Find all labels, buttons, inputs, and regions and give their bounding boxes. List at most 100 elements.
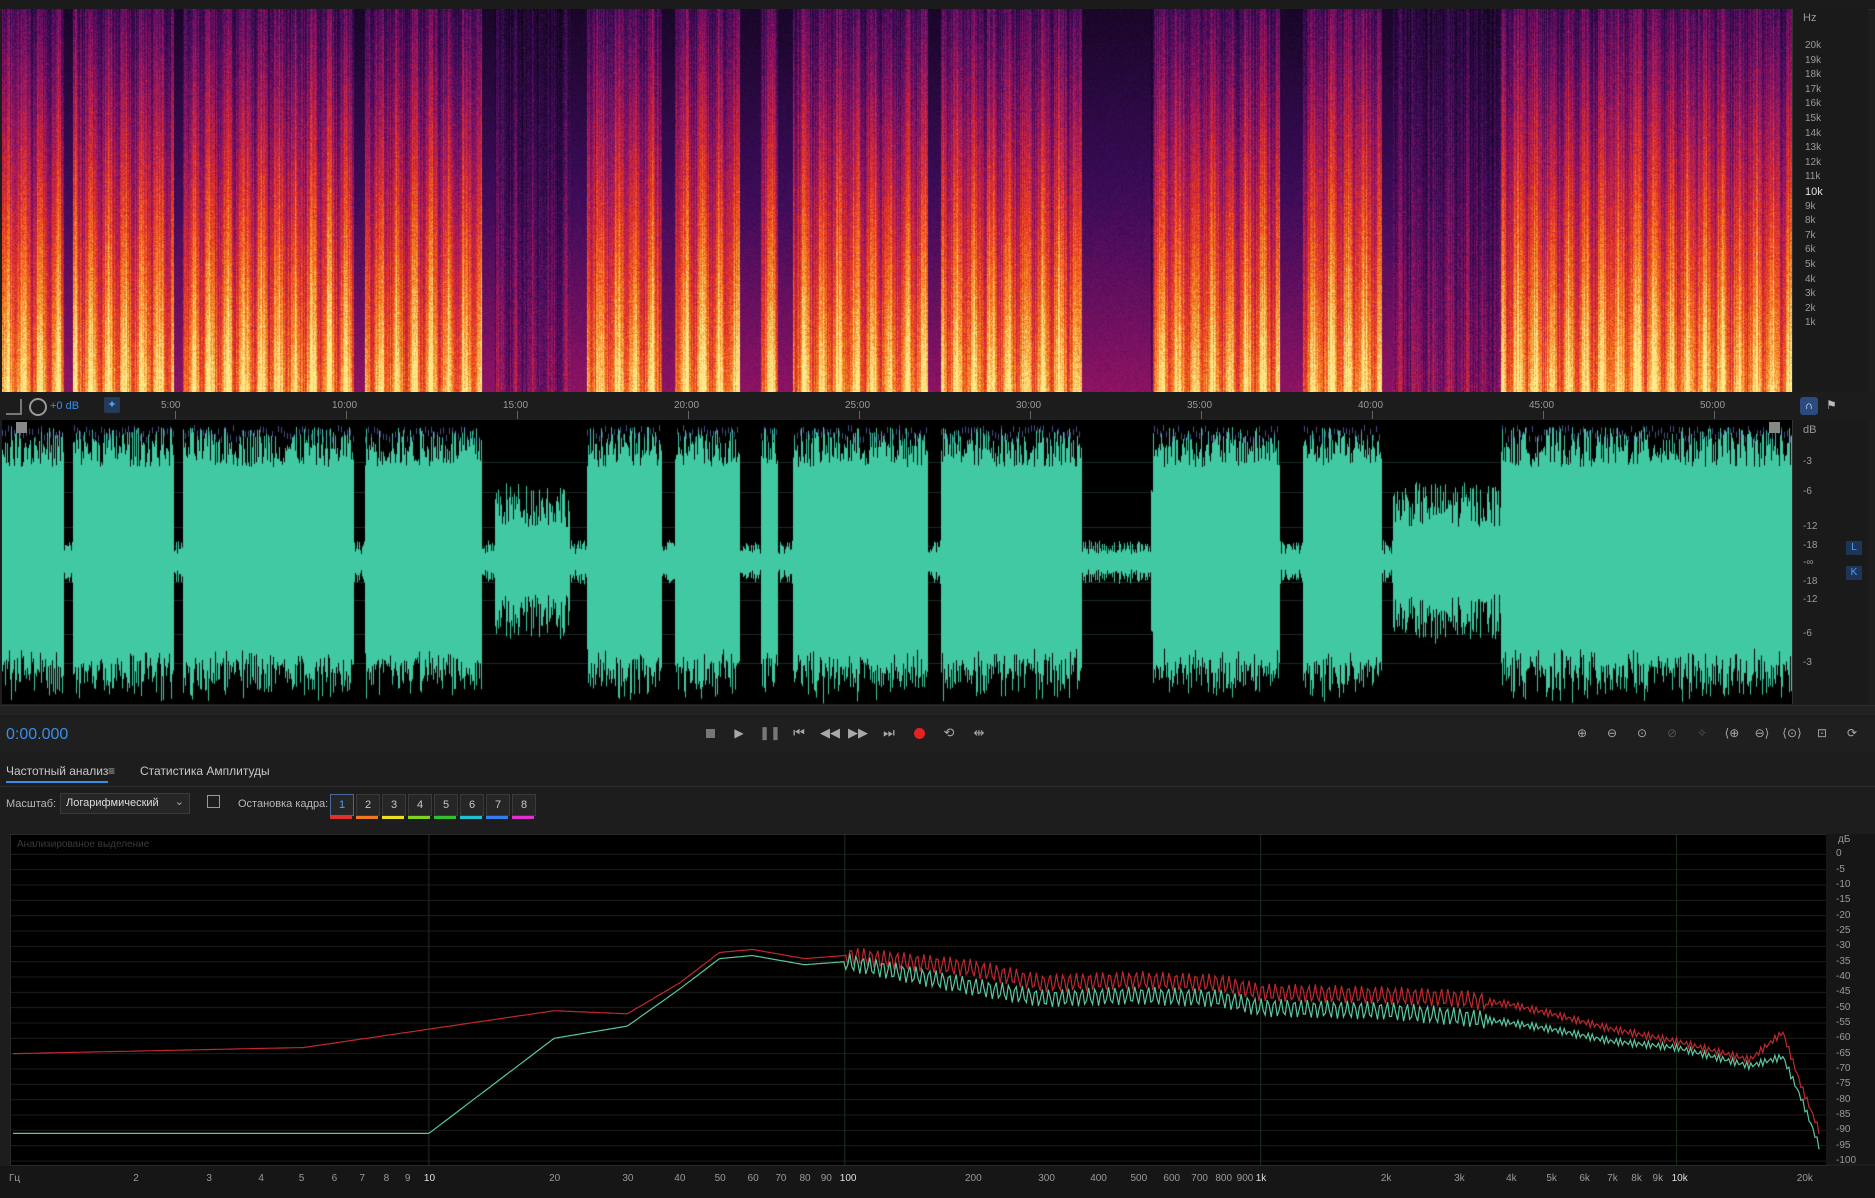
pin-icon[interactable]: ✦ <box>104 397 120 413</box>
time-ruler[interactable]: +0 dB ✦ 5:00 10:00 15:00 20:00 25:00 30:00 35:… <box>0 395 1875 419</box>
time-tick-mark <box>1714 411 1715 419</box>
rewind-button[interactable]: ◀◀ <box>820 718 840 748</box>
marker-icon[interactable]: ⚑ <box>1826 398 1837 412</box>
time-tick-label: 45:00 <box>1529 400 1555 411</box>
freq-hz-tick: 100 <box>839 1173 857 1184</box>
waveform-display[interactable] <box>2 420 1792 704</box>
waveform-db-tick: -18 <box>1803 576 1818 587</box>
freq-db-tick: -60 <box>1836 1032 1851 1044</box>
play-button[interactable]: ▶ <box>731 718 747 748</box>
freq-db-unit-label: дБ <box>1838 834 1851 845</box>
go-to-end-button[interactable]: ⏭ <box>881 718 897 748</box>
freq-hz-tick: 3k <box>1454 1173 1465 1184</box>
zoom-selection-icon[interactable]: ⊡ <box>1810 718 1834 748</box>
tab-frequency-analysis[interactable]: Частотный анализ <box>6 764 109 783</box>
freq-db-tick: -100 <box>1836 1155 1857 1166</box>
spectro-freq-tick: 7k <box>1805 229 1816 241</box>
hz-unit-label: Hz <box>1803 12 1817 24</box>
freq-db-tick: -80 <box>1836 1093 1851 1105</box>
freq-db-tick: -5 <box>1836 863 1845 875</box>
fast-forward-button[interactable]: ▶▶ <box>848 718 868 748</box>
frequency-analysis-graph[interactable]: Анализированое выделение <box>10 834 1828 1166</box>
time-tick-mark <box>346 411 347 419</box>
spectral-frequency-display[interactable] <box>2 9 1792 392</box>
freq-hz-tick: 4 <box>258 1173 264 1184</box>
freq-hz-tick: 4k <box>1506 1173 1517 1184</box>
time-tick-mark <box>1030 411 1031 419</box>
freq-hz-tick: 20k <box>1796 1173 1813 1184</box>
freq-db-tick: -70 <box>1836 1063 1851 1074</box>
go-to-start-button[interactable]: ⏮ <box>791 718 807 748</box>
waveform-db-tick: -18 <box>1803 540 1818 551</box>
spectrum-series-1 <box>12 948 1820 1135</box>
fade-out-handle[interactable] <box>1769 422 1780 433</box>
freeze-slot-button[interactable]: 5 <box>434 794 458 816</box>
waveform-db-tick: -12 <box>1803 521 1818 532</box>
spectro-freq-tick: 10k <box>1805 186 1823 198</box>
freq-hz-tick: 9 <box>404 1173 411 1184</box>
spectro-freq-tick: 9k <box>1805 200 1816 212</box>
channel-left-toggle[interactable]: L <box>1846 541 1862 555</box>
freeze-slot-button[interactable]: 2 <box>356 794 380 816</box>
freq-hz-tick: 90 <box>820 1173 832 1184</box>
skip-selection-icon[interactable]: ⇹ <box>970 718 988 748</box>
scale-select-value: Логарифмический <box>66 797 159 809</box>
gain-value[interactable]: +0 dB <box>50 400 79 412</box>
freq-hz-tick: 700 <box>1191 1173 1208 1184</box>
frequency-chart-svg <box>11 835 1827 1165</box>
freq-hz-tick: 60 <box>747 1173 759 1184</box>
zoom-in-amplitude-icon[interactable]: ⊕ <box>1570 718 1594 748</box>
freeze-slot-color <box>356 816 378 819</box>
scale-select[interactable]: Логарифмический ⌄ <box>60 793 190 814</box>
freq-db-tick: -75 <box>1836 1078 1851 1090</box>
spectro-freq-tick: 18k <box>1805 69 1822 81</box>
time-tick-label: 50:00 <box>1700 400 1726 411</box>
time-tick-label: 35:00 <box>1187 400 1213 411</box>
freeze-slot-color <box>408 816 430 819</box>
freeze-slot-button[interactable]: 4 <box>408 794 432 816</box>
freeze-slot-button[interactable]: 7 <box>486 794 510 816</box>
timecode-display[interactable]: 0:00.000 <box>6 726 68 744</box>
spectro-freq-tick: 15k <box>1805 113 1822 124</box>
time-tick-label: 30:00 <box>1016 400 1042 411</box>
level-meter-icon[interactable] <box>6 399 22 415</box>
loop-playback-icon[interactable]: ⟲ <box>940 718 958 748</box>
time-tick-label: 10:00 <box>332 400 358 411</box>
panel-menu-icon[interactable]: ≡ <box>108 764 115 778</box>
horizontal-scrollbar[interactable] <box>0 705 1875 715</box>
freq-hz-tick: 10k <box>1671 1173 1688 1184</box>
time-tick-mark <box>688 411 689 419</box>
spectro-freq-tick: 17k <box>1805 83 1822 95</box>
zoom-disabled-2-icon[interactable]: ✧ <box>1690 718 1714 748</box>
zoom-out-time-icon[interactable]: ⊖⟩ <box>1750 718 1774 748</box>
zoom-out-amplitude-icon[interactable]: ⊖ <box>1600 718 1624 748</box>
freq-hz-tick: 9k <box>1652 1173 1664 1184</box>
freq-hz-tick: 8 <box>383 1173 390 1184</box>
spectro-freq-tick: 16k <box>1805 98 1822 110</box>
freq-hz-tick: 6 <box>331 1173 338 1184</box>
headphones-icon[interactable]: ∩ <box>1800 397 1818 415</box>
zoom-in-time-icon[interactable]: ⟨⊕ <box>1720 718 1744 748</box>
record-button[interactable] <box>911 718 927 748</box>
pause-button[interactable]: ❚❚ <box>759 718 781 748</box>
frame-copy-icon[interactable] <box>207 795 220 808</box>
waveform-amplitude-ruler[interactable]: dB -3 -6 -12 -18 -∞ -18 -12 -6 -3 L K <box>1792 420 1868 704</box>
freeze-slot-button[interactable]: 8 <box>512 794 536 816</box>
zoom-full-icon[interactable]: ⟨⊙⟩ <box>1780 718 1804 748</box>
gain-knob-icon[interactable] <box>29 398 47 416</box>
freq-hz-tick: 7k <box>1607 1173 1618 1184</box>
time-tick-mark <box>175 411 176 419</box>
channel-right-toggle[interactable]: K <box>1846 566 1862 580</box>
freeze-slot-button[interactable]: 6 <box>460 794 484 816</box>
stop-button[interactable] <box>702 718 718 748</box>
tab-amplitude-statistics[interactable]: Статистика Амплитуды <box>140 764 270 778</box>
time-tick-label: 20:00 <box>674 400 700 411</box>
freq-db-tick: -40 <box>1836 971 1851 982</box>
fade-in-handle[interactable] <box>16 422 27 433</box>
zoom-reset-icon[interactable]: ⊙ <box>1630 718 1654 748</box>
zoom-disabled-1-icon[interactable]: ⊘ <box>1660 718 1684 748</box>
zoom-out-full-icon[interactable]: ⟳ <box>1840 718 1864 748</box>
spectrogram-frequency-ruler[interactable]: Hz 20k 19k 18k 17k 16k 15k 14k 13k 12k 11k 10k 9k 8k… <box>1792 9 1868 392</box>
freeze-slot-button[interactable]: 3 <box>382 794 406 816</box>
freeze-slot-button[interactable]: 1 <box>330 794 354 816</box>
